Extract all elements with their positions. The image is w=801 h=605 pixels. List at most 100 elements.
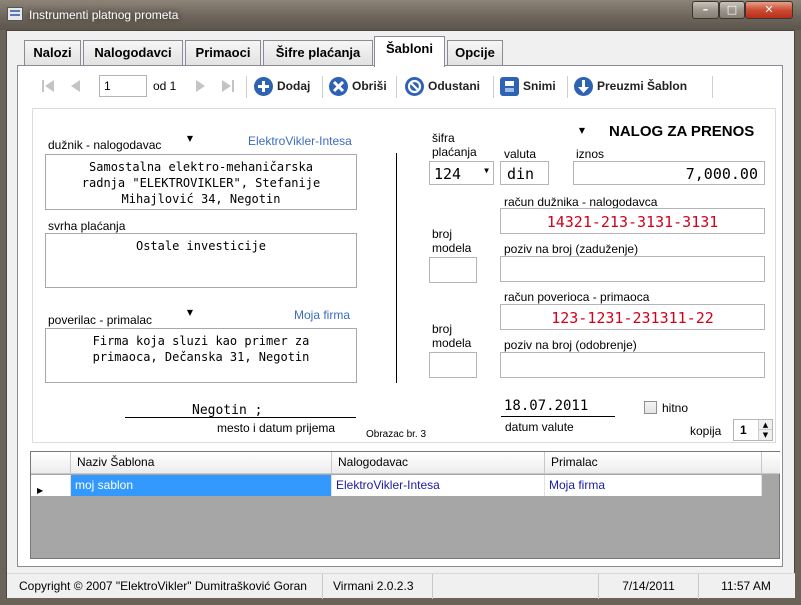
debtor-label: dužnik - nalogodavac (48, 138, 162, 152)
credit-ref-field[interactable] (500, 352, 765, 378)
tab-sabloni[interactable]: Šabloni (374, 36, 445, 67)
column-header-filler (762, 452, 780, 474)
model-field-credit[interactable] (429, 352, 477, 378)
table-row-payer-cell[interactable]: ElektroVikler-Intesa (332, 475, 545, 496)
status-time: 11:57 AM (721, 579, 771, 593)
purpose-label: svrha plaćanja (48, 219, 126, 233)
delete-x-icon (329, 76, 348, 96)
purpose-textarea[interactable]: Ostale investicije (45, 233, 357, 288)
tab-opcije[interactable]: Opcije (447, 40, 503, 66)
debtor-dropdown-icon[interactable]: ▼ (182, 130, 198, 150)
currency-label: valuta (504, 147, 537, 161)
debit-ref-label: poziv na broj (zaduženje) (504, 242, 639, 256)
credit-ref-label: poziv na broj (odobrenje) (504, 338, 637, 352)
template-label: Preuzmi Šablon (597, 79, 688, 93)
form-number: Obrazac br. 3 (366, 429, 427, 440)
page-number-input[interactable]: 1 (99, 75, 147, 97)
place-underline (125, 417, 356, 418)
payment-code-chevron-icon: ▼ (484, 166, 489, 175)
copies-stepper[interactable]: 1 ▲ ▼ (733, 419, 773, 441)
tab-nalozi[interactable]: Nalozi (24, 40, 81, 66)
payment-code-select[interactable]: 124 ▼ (429, 161, 494, 185)
column-header-payer[interactable]: Nalogodavac (332, 452, 545, 474)
creditor-account-field[interactable]: 123-1231-231311-22 (500, 304, 765, 330)
tab-nalogodavci[interactable]: Nalogodavci (83, 40, 183, 66)
model-label-credit: broj modela (432, 322, 472, 350)
model-label-debit: broj modela (432, 227, 472, 255)
maximize-button[interactable]: □ (719, 1, 745, 19)
app-icon (7, 7, 23, 21)
row-header-corner (31, 452, 71, 474)
copies-value: 1 (740, 423, 747, 437)
next-record-icon[interactable] (192, 78, 208, 94)
amount-label: iznos (576, 147, 605, 161)
status-version: Virmani 2.0.2.3 (323, 574, 433, 599)
cancel-icon (405, 76, 424, 96)
title-bar: Instrumenti platnog prometa – □ ✕ (0, 0, 801, 30)
place-label: mesto i datum prijema (217, 421, 336, 435)
current-row-arrow-icon: ▶ (37, 486, 44, 495)
payment-code-label: šifra plaćanja (432, 131, 477, 159)
form-divider (396, 153, 397, 383)
debit-ref-field[interactable] (500, 256, 765, 282)
creditor-link[interactable]: Moja firma (294, 308, 350, 322)
cancel-label: Odustani (428, 79, 481, 93)
creditor-dropdown-icon[interactable]: ▼ (182, 304, 198, 324)
creditor-account-label: račun poverioca - primaoca (504, 290, 650, 304)
add-button[interactable]: Dodaj (254, 72, 310, 100)
stepper-down-icon[interactable]: ▼ (758, 430, 772, 440)
status-spacer (433, 574, 599, 599)
first-record-icon[interactable] (40, 78, 56, 94)
debtor-account-label: račun dužnika - nalogodavca (504, 195, 658, 209)
debtor-textarea[interactable]: Samostalna elektro-mehaničarska radnja "… (45, 154, 357, 210)
toolbar-separator (246, 76, 247, 98)
toolbar-separator (493, 76, 494, 98)
toolbar-separator (396, 76, 397, 98)
column-header-payee[interactable]: Primalac (545, 452, 762, 474)
table-row-name-cell[interactable]: moj sablon (71, 475, 332, 496)
save-disk-icon (500, 76, 519, 96)
last-record-icon[interactable] (220, 78, 236, 94)
payment-code-value: 124 (434, 165, 462, 183)
previous-record-icon[interactable] (68, 78, 84, 94)
save-button[interactable]: Snimi (500, 72, 556, 100)
row-selector[interactable]: ▶ (31, 475, 71, 496)
plus-icon (254, 76, 273, 96)
delete-label: Obriši (352, 79, 387, 93)
debtor-account-field[interactable]: 14321-213-3131-3131 (500, 208, 765, 234)
urgent-label: hitno (662, 401, 689, 415)
creditor-label: poverilac - primalac (48, 313, 153, 327)
toolbar-separator (567, 76, 568, 98)
amount-field[interactable]: 7,000.00 (573, 161, 765, 185)
load-template-button[interactable]: Preuzmi Šablon (574, 72, 687, 100)
toolbar-separator (322, 76, 323, 98)
order-heading: NALOG ZA PRENOS (609, 123, 755, 140)
creditor-textarea[interactable]: Firma koja sluzi kao primer za primaoca,… (45, 328, 357, 383)
value-date-label: datum valute (505, 420, 574, 434)
currency-field[interactable]: din (500, 161, 549, 185)
value-date-underline (501, 416, 615, 417)
order-type-dropdown-icon[interactable]: ▼ (574, 122, 590, 142)
toolbar-separator (712, 76, 713, 98)
add-label: Dodaj (277, 79, 311, 93)
urgent-checkbox[interactable] (644, 401, 657, 414)
tab-primaoci[interactable]: Primaoci (185, 40, 261, 66)
model-field-debit[interactable] (429, 257, 477, 283)
copies-label: kopija (690, 424, 722, 438)
column-header-name[interactable]: Naziv Šablona (71, 452, 332, 474)
minimize-button[interactable]: – (692, 1, 719, 19)
tab-sifre-placanja[interactable]: Šifre plaćanja (263, 40, 373, 66)
delete-button[interactable]: Obriši (329, 72, 387, 100)
status-copyright: Copyright © 2007 "ElektroVikler" Dumitra… (7, 574, 323, 599)
window-title: Instrumenti platnog prometa (29, 8, 179, 22)
debtor-link[interactable]: ElektroVikler-Intesa (248, 134, 352, 148)
value-date-field[interactable]: 18.07.2011 (504, 398, 588, 414)
place-value: Negotin ; (192, 403, 263, 418)
stepper-up-icon[interactable]: ▲ (758, 420, 772, 430)
save-label: Snimi (523, 79, 556, 93)
page-count: od 1 (153, 79, 177, 93)
templates-grid: Naziv Šablona Nalogodavac Primalac ▶ moj… (30, 451, 780, 559)
close-button[interactable]: ✕ (745, 1, 793, 19)
cancel-button[interactable]: Odustani (405, 72, 480, 100)
table-row-payee-cell[interactable]: Moja firma (545, 475, 762, 496)
